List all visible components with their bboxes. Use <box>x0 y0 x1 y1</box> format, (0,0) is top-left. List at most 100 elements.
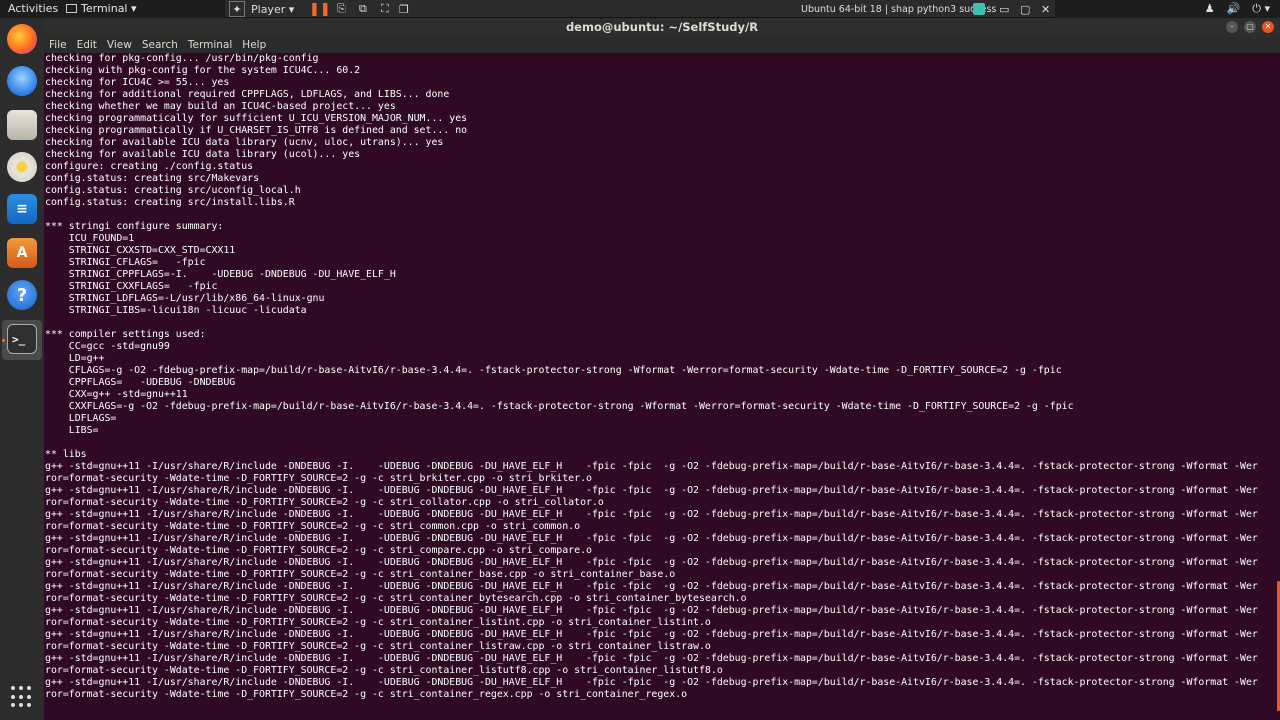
terminal-line: g++ -std=gnu++11 -I/usr/share/R/include … <box>45 629 1258 640</box>
terminal-line: g++ -std=gnu++11 -I/usr/share/R/include … <box>45 653 1258 664</box>
terminal-icon[interactable]: >_ <box>7 324 37 354</box>
terminal-line: ror=format-security -Wdate-time -D_FORTI… <box>45 593 747 604</box>
vm-minimize-icon[interactable]: ▭ <box>999 1 1009 17</box>
terminal-line: configure: creating ./config.status <box>45 161 254 172</box>
minimize-icon[interactable]: – <box>1226 21 1238 33</box>
terminal-line: ror=format-security -Wdate-time -D_FORTI… <box>45 641 711 652</box>
terminal-line: config.status: creating src/uconfig_loca… <box>45 185 301 196</box>
terminal-line: g++ -std=gnu++11 -I/usr/share/R/include … <box>45 509 1258 520</box>
files-icon[interactable] <box>7 110 37 140</box>
terminal-line: ror=format-security -Wdate-time -D_FORTI… <box>45 497 604 508</box>
terminal-line: checking with pkg-config for the system … <box>45 65 361 76</box>
terminal-line: STRINGI_CXXFLAGS= -fpic <box>45 281 218 292</box>
vm-tab-name[interactable]: Ubuntu 64-bit 18 | shap python3 success <box>801 1 996 17</box>
network-icon[interactable]: ♟ <box>1205 2 1215 16</box>
window-title: demo@ubuntu: ~/SelfStudy/R <box>565 20 759 34</box>
terminal-line: ror=format-security -Wdate-time -D_FORTI… <box>45 665 723 676</box>
writer-icon[interactable]: ≡ <box>7 194 37 224</box>
window-titlebar[interactable]: demo@ubuntu: ~/SelfStudy/R – ▢ ✕ <box>44 18 1280 37</box>
terminal-line: ror=format-security -Wdate-time -D_FORTI… <box>45 617 711 628</box>
menu-terminal[interactable]: Terminal <box>188 37 232 53</box>
send-ctrl-alt-del-icon[interactable]: ⎘ <box>337 1 346 17</box>
thunderbird-icon[interactable] <box>7 66 37 96</box>
rhythmbox-icon[interactable] <box>7 152 37 182</box>
terminal-line: STRINGI_CPPFLAGS=-I. -UDEBUG -DNDEBUG -D… <box>45 269 396 280</box>
terminal-line: CFLAGS=-g -O2 -fdebug-prefix-map=/build/… <box>45 365 1062 376</box>
terminal-line: LD=g++ <box>45 353 105 364</box>
terminal-line: checking for ICU4C >= 55... yes <box>45 77 230 88</box>
terminal-line: ror=format-security -Wdate-time -D_FORTI… <box>45 521 581 532</box>
terminal-line: g++ -std=gnu++11 -I/usr/share/R/include … <box>45 557 1258 568</box>
menu-file[interactable]: File <box>49 37 67 53</box>
player-menu-button[interactable]: Player ▾ <box>251 1 294 17</box>
terminal-line: CC=gcc -std=gnu99 <box>45 341 170 352</box>
vmware-player-icon[interactable]: ✦ <box>229 1 245 17</box>
system-tray[interactable]: ♟ 🔊 ⏻ ▾ <box>1205 2 1270 16</box>
vmware-toolbar: ✦ Player ▾ ❚❚ ⎘ ⧉ ⛶ ❐ Ubuntu 64-bit 18 |… <box>225 0 1055 18</box>
menu-help[interactable]: Help <box>242 37 266 53</box>
terminal-line: ror=format-security -Wdate-time -D_FORTI… <box>45 689 688 700</box>
menu-edit[interactable]: Edit <box>77 37 97 53</box>
terminal-line: STRINGI_LDFLAGS=-L/usr/lib/x86_64-linux-… <box>45 293 325 304</box>
library-icon[interactable] <box>973 3 985 15</box>
menu-search[interactable]: Search <box>142 37 178 53</box>
terminal-line: ror=format-security -Wdate-time -D_FORTI… <box>45 545 592 556</box>
terminal-line: LIBS= <box>45 425 99 436</box>
terminal-line: g++ -std=gnu++11 -I/usr/share/R/include … <box>45 581 1258 592</box>
terminal-line: g++ -std=gnu++11 -I/usr/share/R/include … <box>45 605 1258 616</box>
power-menu-icon[interactable]: ⏻ ▾ <box>1252 2 1270 16</box>
terminal-line: LDFLAGS= <box>45 413 117 424</box>
terminal-line: checking for available ICU data library … <box>45 137 444 148</box>
terminal-line: CXX=g++ -std=gnu++11 <box>45 389 188 400</box>
show-applications-icon[interactable] <box>11 686 33 708</box>
terminal-line: g++ -std=gnu++11 -I/usr/share/R/include … <box>45 485 1258 496</box>
terminal-line: STRINGI_CXXSTD=CXX_STD=CXX11 <box>45 245 236 256</box>
terminal-line: STRINGI_LIBS=-licui18n -licuuc -licudata <box>45 305 307 316</box>
terminal-line: ICU_FOUND=1 <box>45 233 135 244</box>
activities-button[interactable]: Activities <box>8 2 58 15</box>
app-menu-terminal[interactable]: Terminal ▾ <box>66 2 137 15</box>
terminal-line: *** compiler settings used: <box>45 329 206 340</box>
volume-icon[interactable]: 🔊 <box>1227 2 1241 16</box>
terminal-line: g++ -std=gnu++11 -I/usr/share/R/include … <box>45 461 1258 472</box>
terminal-line: STRINGI_CFLAGS= -fpic <box>45 257 206 268</box>
terminal-line: checking programmatically if U_CHARSET_I… <box>45 125 468 136</box>
terminal-line: ror=format-security -Wdate-time -D_FORTI… <box>45 473 592 484</box>
software-center-icon[interactable]: A <box>7 238 37 268</box>
terminal-text: checking for pkg-config... /usr/bin/pkg-… <box>45 53 1258 701</box>
menu-bar: File Edit View Search Terminal Help <box>44 37 1280 53</box>
terminal-line: ** libs <box>45 449 87 460</box>
terminal-output-area[interactable]: checking for pkg-config... /usr/bin/pkg-… <box>44 53 1280 720</box>
terminal-line: checking for available ICU data library … <box>45 149 361 160</box>
fullscreen-icon[interactable]: ⛶ <box>381 1 389 17</box>
terminal-line: checking whether we may build an ICU4C-b… <box>45 101 396 112</box>
unity-icon[interactable]: ❐ <box>399 1 409 17</box>
terminal-line: config.status: creating src/install.libs… <box>45 197 295 208</box>
terminal-line: checking programmatically for sufficient… <box>45 113 468 124</box>
vm-maximize-icon[interactable]: ▢ <box>1020 1 1030 17</box>
terminal-icon <box>66 4 77 13</box>
terminal-line: checking for additional required CPPFLAG… <box>45 89 450 100</box>
dock: ≡ A ? >_ <box>0 18 44 720</box>
terminal-line: ror=format-security -Wdate-time -D_FORTI… <box>45 569 676 580</box>
terminal-line: g++ -std=gnu++11 -I/usr/share/R/include … <box>45 677 1258 688</box>
terminal-line: config.status: creating src/Makevars <box>45 173 260 184</box>
running-indicator <box>2 339 5 342</box>
fit-guest-icon[interactable]: ⧉ <box>359 1 367 17</box>
terminal-line: CXXFLAGS=-g -O2 -fdebug-prefix-map=/buil… <box>45 401 1074 412</box>
app-menu-label: Terminal ▾ <box>81 2 137 15</box>
terminal-line: checking for pkg-config... /usr/bin/pkg-… <box>45 53 319 64</box>
terminal-line: g++ -std=gnu++11 -I/usr/share/R/include … <box>45 533 1258 544</box>
firefox-icon[interactable] <box>7 24 37 54</box>
terminal-line: CPPFLAGS= -UDEBUG -DNDEBUG <box>45 377 236 388</box>
maximize-icon[interactable]: ▢ <box>1244 21 1256 33</box>
close-icon[interactable]: ✕ <box>1262 21 1274 33</box>
vm-close-icon[interactable]: ✕ <box>1041 1 1050 17</box>
help-icon[interactable]: ? <box>7 280 37 310</box>
terminal-line: *** stringi configure summary: <box>45 221 224 232</box>
menu-view[interactable]: View <box>107 37 132 53</box>
pause-icon[interactable]: ❚❚ <box>309 1 331 17</box>
